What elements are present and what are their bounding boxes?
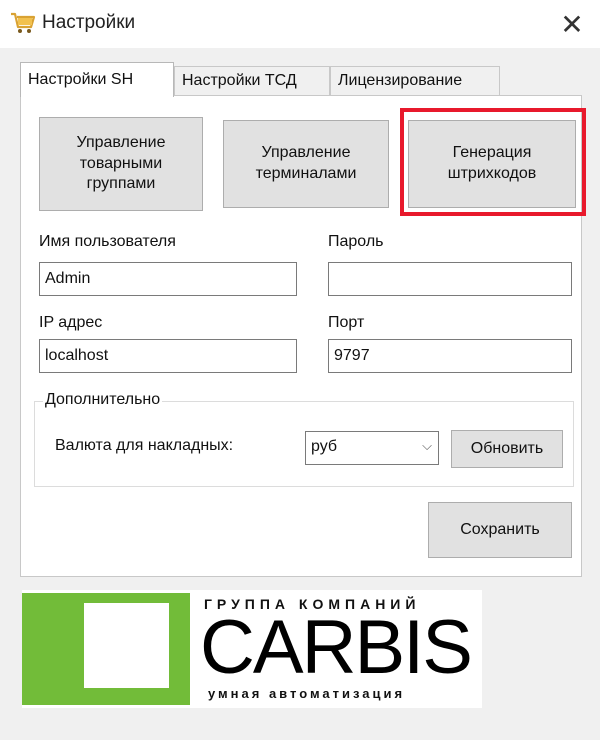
- logo-white-square: [84, 603, 169, 688]
- close-button[interactable]: ✕: [544, 0, 600, 48]
- cart-icon: [11, 12, 36, 33]
- additional-group: Дополнительно Валюта для накладных: руб …: [34, 391, 574, 487]
- password-label: Пароль: [328, 233, 384, 250]
- currency-value: руб: [311, 438, 338, 455]
- password-field[interactable]: [328, 262, 572, 296]
- port-label: Порт: [328, 314, 365, 331]
- tab-settings-tsd[interactable]: Настройки ТСД: [174, 66, 330, 96]
- settings-panel: Управление товарными группами Управление…: [20, 95, 586, 577]
- refresh-button[interactable]: Обновить: [451, 430, 563, 468]
- close-icon: ✕: [560, 7, 584, 41]
- carbis-logo: ГРУППА КОМПАНИЙ CARBIS умная автоматизац…: [22, 590, 482, 708]
- manage-terminals-button[interactable]: Управление терминалами: [223, 120, 389, 208]
- generate-barcodes-button[interactable]: Генерация штрихкодов: [408, 120, 576, 208]
- currency-select[interactable]: руб ⌵: [305, 431, 439, 465]
- ip-label: IP адрес: [39, 314, 103, 331]
- title-bar: Настройки ✕: [0, 0, 600, 48]
- logo-bottom-text: умная автоматизация: [208, 686, 406, 701]
- username-label: Имя пользователя: [39, 233, 176, 250]
- username-field[interactable]: [39, 262, 297, 296]
- additional-group-label: Дополнительно: [43, 391, 163, 409]
- logo-main-text: CARBIS: [200, 605, 473, 690]
- chevron-down-icon: ⌵: [422, 439, 432, 454]
- ip-address-field[interactable]: [39, 339, 297, 373]
- window-title: Настройки: [42, 12, 136, 33]
- manage-groups-button[interactable]: Управление товарными группами: [39, 117, 203, 211]
- tab-licensing[interactable]: Лицензирование: [330, 66, 500, 96]
- tab-settings-sh[interactable]: Настройки SH: [20, 62, 174, 97]
- save-button[interactable]: Сохранить: [428, 502, 572, 558]
- currency-label: Валюта для накладных:: [55, 437, 234, 454]
- port-field[interactable]: [328, 339, 572, 373]
